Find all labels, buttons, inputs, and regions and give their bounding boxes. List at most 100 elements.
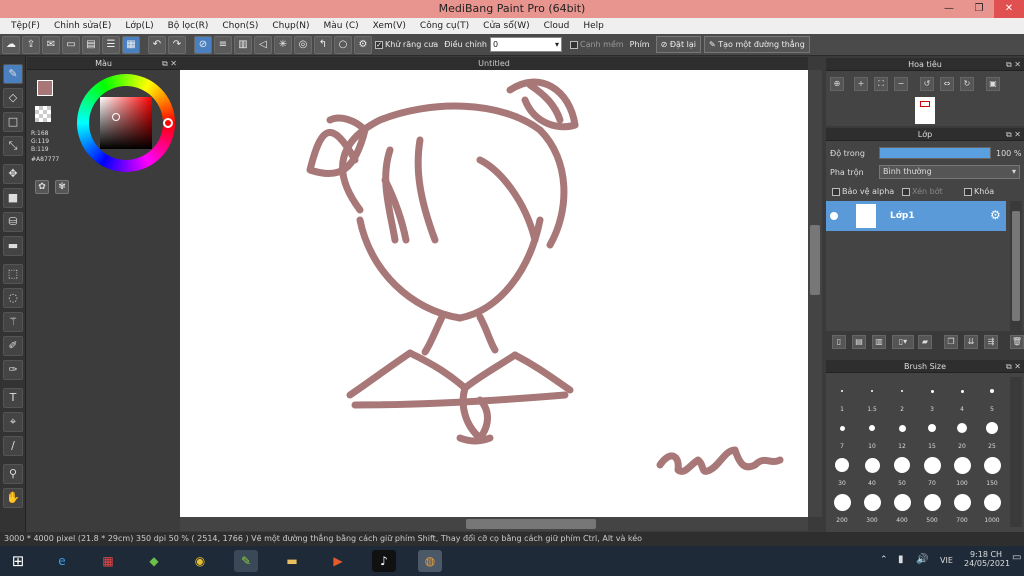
add-layer-menu-icon[interactable]: ▯▾ bbox=[892, 335, 914, 349]
upload-icon[interactable]: ⇪ bbox=[22, 35, 40, 54]
clipping-checkbox[interactable]: Xén bớt bbox=[902, 187, 943, 196]
redo-icon[interactable]: ↷ bbox=[168, 35, 186, 54]
brush-size-cell-25[interactable]: 25 bbox=[978, 416, 1006, 450]
layer-settings-gear-icon[interactable]: ⚙ bbox=[990, 208, 1001, 222]
protect-alpha-checkbox[interactable]: Bảo vệ alpha bbox=[832, 187, 894, 196]
magic-wand-tool-icon[interactable]: ⚚ bbox=[3, 312, 23, 332]
brush-size-cell-200[interactable]: 200 bbox=[828, 490, 856, 524]
cloud-icon[interactable]: ☁ bbox=[2, 35, 20, 54]
snap-off-icon[interactable]: ⊘ bbox=[194, 35, 212, 54]
notification-icon[interactable]: ▭ bbox=[1012, 552, 1021, 563]
divide-tool-icon[interactable]: ∕ bbox=[3, 436, 23, 456]
layer-scrollbar[interactable] bbox=[1010, 201, 1022, 331]
new-halftone-layer-icon[interactable]: ▤ bbox=[852, 335, 866, 349]
brush-size-cell-7[interactable]: 7 bbox=[828, 416, 856, 450]
opacity-slider[interactable] bbox=[879, 147, 991, 159]
brush-size-cell-100[interactable]: 100 bbox=[948, 453, 976, 487]
move-tool-icon[interactable]: ✥ bbox=[3, 164, 23, 184]
visibility-eye-icon[interactable] bbox=[830, 212, 838, 220]
snapshot-icon[interactable]: ▣ bbox=[986, 77, 1000, 91]
panel-float-close-icon[interactable]: ⧉ ✕ bbox=[1006, 58, 1021, 71]
trash-icon[interactable]: 🗑 bbox=[1010, 335, 1024, 349]
circle-snap-icon[interactable]: ◎ bbox=[294, 35, 312, 54]
zoom-out-icon[interactable]: − bbox=[894, 77, 908, 91]
panel-float-close-icon[interactable]: ⧉ ✕ bbox=[1006, 360, 1021, 373]
radial-snap-icon[interactable]: ✳ bbox=[274, 35, 292, 54]
flip-icon[interactable]: ⇔ bbox=[940, 77, 954, 91]
menu-select[interactable]: Chọn(S) bbox=[222, 21, 258, 31]
brush-scrollbar[interactable] bbox=[1010, 377, 1022, 527]
brush-size-cell-500[interactable]: 500 bbox=[918, 490, 946, 524]
brush-size-cell-700[interactable]: 700 bbox=[948, 490, 976, 524]
minimize-button[interactable]: — bbox=[934, 0, 964, 18]
brush-size-cell-10[interactable]: 10 bbox=[858, 416, 886, 450]
brush-size-cell-1.5[interactable]: 1.5 bbox=[858, 379, 886, 413]
menu-layer[interactable]: Lớp(L) bbox=[125, 21, 153, 31]
duplicate-layer-icon[interactable]: ❐ bbox=[944, 335, 958, 349]
new-8bit-layer-icon[interactable]: ▥ bbox=[872, 335, 886, 349]
menu-tools[interactable]: Công cụ(T) bbox=[420, 21, 469, 31]
straight-line-button[interactable]: ✎ Tạo một đường thẳng bbox=[703, 36, 810, 53]
reset-button[interactable]: ⊘ Đặt lại bbox=[655, 36, 701, 53]
brush-size-cell-15[interactable]: 15 bbox=[918, 416, 946, 450]
rotate-left-icon[interactable]: ↺ bbox=[920, 77, 934, 91]
shape-tool-icon[interactable]: ■ bbox=[3, 188, 23, 208]
system-tray-chevron-icon[interactable]: ⌃ bbox=[880, 555, 888, 565]
menu-help[interactable]: Help bbox=[583, 21, 604, 31]
horizontal-scrollbar[interactable] bbox=[180, 517, 808, 531]
lasso-tool-icon[interactable]: ◌ bbox=[3, 288, 23, 308]
brush-size-cell-150[interactable]: 150 bbox=[978, 453, 1006, 487]
menu-color[interactable]: Màu (C) bbox=[324, 21, 359, 31]
zoom-icon[interactable]: ⊕ bbox=[830, 77, 844, 91]
menu-filter[interactable]: Bộ lọc(R) bbox=[168, 21, 209, 31]
brush-size-cell-300[interactable]: 300 bbox=[858, 490, 886, 524]
parallel-snap-icon[interactable]: ≡ bbox=[214, 35, 232, 54]
brush-size-cell-400[interactable]: 400 bbox=[888, 490, 916, 524]
brush-size-cell-50[interactable]: 50 bbox=[888, 453, 916, 487]
sv-cursor[interactable] bbox=[112, 113, 120, 121]
menu-file[interactable]: Tệp(F) bbox=[11, 21, 40, 31]
layer-properties-icon[interactable]: ⇶ bbox=[984, 335, 998, 349]
brush-size-cell-40[interactable]: 40 bbox=[858, 453, 886, 487]
folder-icon[interactable]: ▰ bbox=[918, 335, 932, 349]
select-eraser-tool-icon[interactable]: ✑ bbox=[3, 360, 23, 380]
palette-add-icon[interactable]: ✾ bbox=[55, 180, 69, 194]
saturation-value-square[interactable] bbox=[100, 97, 152, 149]
close-button[interactable]: ✕ bbox=[994, 0, 1024, 18]
hand-tool-icon[interactable]: ✋ bbox=[3, 488, 23, 508]
lock-checkbox[interactable]: Khóa bbox=[964, 187, 994, 196]
bucket-tool-icon[interactable]: ⛁ bbox=[3, 212, 23, 232]
brush-size-cell-4[interactable]: 4 bbox=[948, 379, 976, 413]
ellipse-snap-icon[interactable]: ○ bbox=[334, 35, 352, 54]
palette-icon[interactable]: ✿ bbox=[35, 180, 49, 194]
rotate-right-icon[interactable]: ↻ bbox=[960, 77, 974, 91]
navigator-viewport[interactable] bbox=[920, 101, 930, 107]
adjust-select[interactable]: 0 ▾ bbox=[489, 37, 562, 52]
canvas[interactable] bbox=[180, 70, 808, 517]
main-color-swatch[interactable] bbox=[37, 80, 53, 96]
zoom-in-icon[interactable]: + bbox=[854, 77, 868, 91]
brush-size-cell-5[interactable]: 5 bbox=[978, 379, 1006, 413]
brush-size-cell-12[interactable]: 12 bbox=[888, 416, 916, 450]
vanishing-snap-icon[interactable]: ◁ bbox=[254, 35, 272, 54]
brush-tool-icon[interactable]: ✎ bbox=[3, 64, 23, 84]
vertical-scrollbar[interactable] bbox=[808, 70, 822, 517]
text-tool-icon[interactable]: T bbox=[3, 388, 23, 408]
transparent-swatch[interactable] bbox=[35, 106, 51, 122]
menu-edit[interactable]: Chỉnh sửa(E) bbox=[54, 21, 111, 31]
chrome-icon[interactable]: ◉ bbox=[188, 550, 212, 572]
video-app-icon[interactable]: ▶ bbox=[326, 550, 350, 572]
cross-snap-icon[interactable]: ▥ bbox=[234, 35, 252, 54]
gradient-tool-icon[interactable]: ▬ bbox=[3, 236, 23, 256]
list-icon[interactable]: ☰ bbox=[102, 35, 120, 54]
merge-layer-icon[interactable]: ⇊ bbox=[964, 335, 978, 349]
file-explorer-icon[interactable]: ▬ bbox=[280, 550, 304, 572]
internet-explorer-icon[interactable]: e bbox=[50, 550, 74, 572]
clock[interactable]: 9:18 CH 24/05/2021 bbox=[964, 550, 1010, 568]
hue-cursor[interactable] bbox=[163, 118, 173, 128]
eyedropper-tool-icon[interactable]: ⚲ bbox=[3, 464, 23, 484]
antialias-checkbox[interactable]: ✓ Khử răng cưa bbox=[375, 40, 438, 49]
app-grid-icon[interactable]: ▦ bbox=[96, 550, 120, 572]
brush-size-cell-1[interactable]: 1 bbox=[828, 379, 856, 413]
brush-size-cell-20[interactable]: 20 bbox=[948, 416, 976, 450]
